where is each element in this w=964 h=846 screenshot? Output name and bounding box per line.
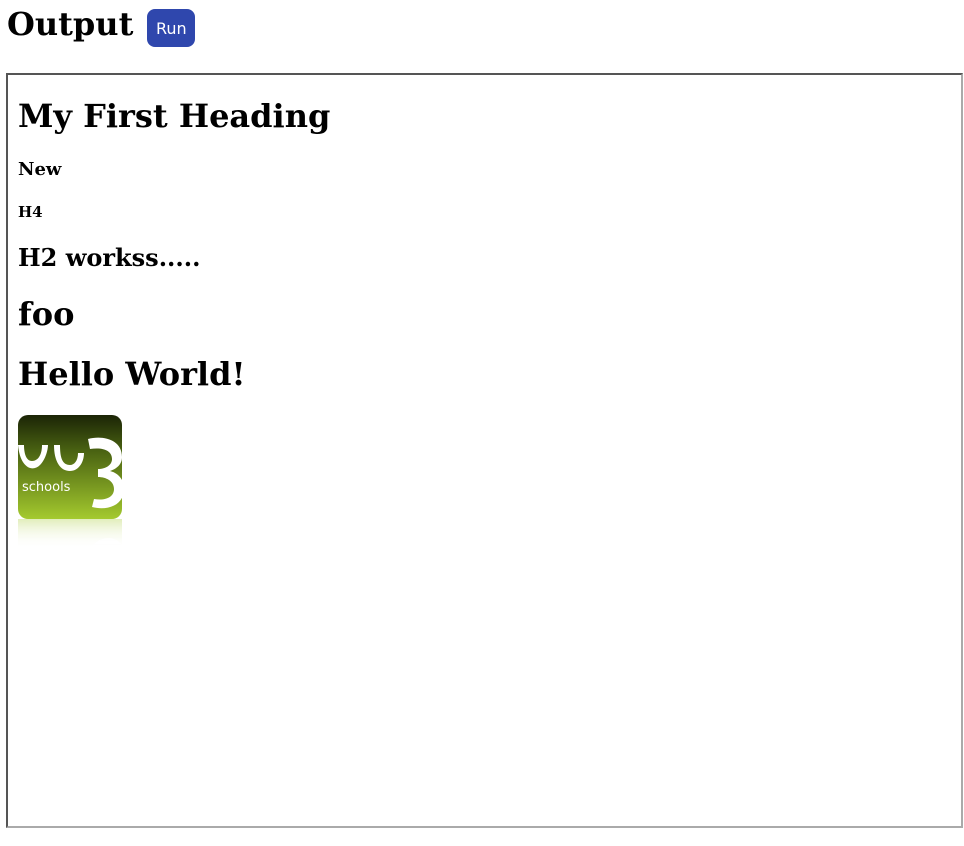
logo-text: schools xyxy=(22,480,71,495)
w3schools-logo-icon: schools xyxy=(18,415,122,555)
output-content: My First Heading New H4 H2 workss..... f… xyxy=(18,75,951,826)
run-button[interactable]: Run xyxy=(147,9,196,47)
heading-hello-world: Hello World! xyxy=(18,355,246,393)
heading-my-first: My First Heading xyxy=(18,97,331,135)
heading-h4: H4 xyxy=(18,203,43,221)
output-title: Output xyxy=(7,5,134,43)
heading-foo: foo xyxy=(18,295,75,333)
heading-h2: H2 workss..... xyxy=(18,243,201,272)
output-header: Output Run xyxy=(7,2,196,47)
heading-new: New xyxy=(18,159,62,180)
output-frame: My First Heading New H4 H2 workss..... f… xyxy=(6,73,963,828)
